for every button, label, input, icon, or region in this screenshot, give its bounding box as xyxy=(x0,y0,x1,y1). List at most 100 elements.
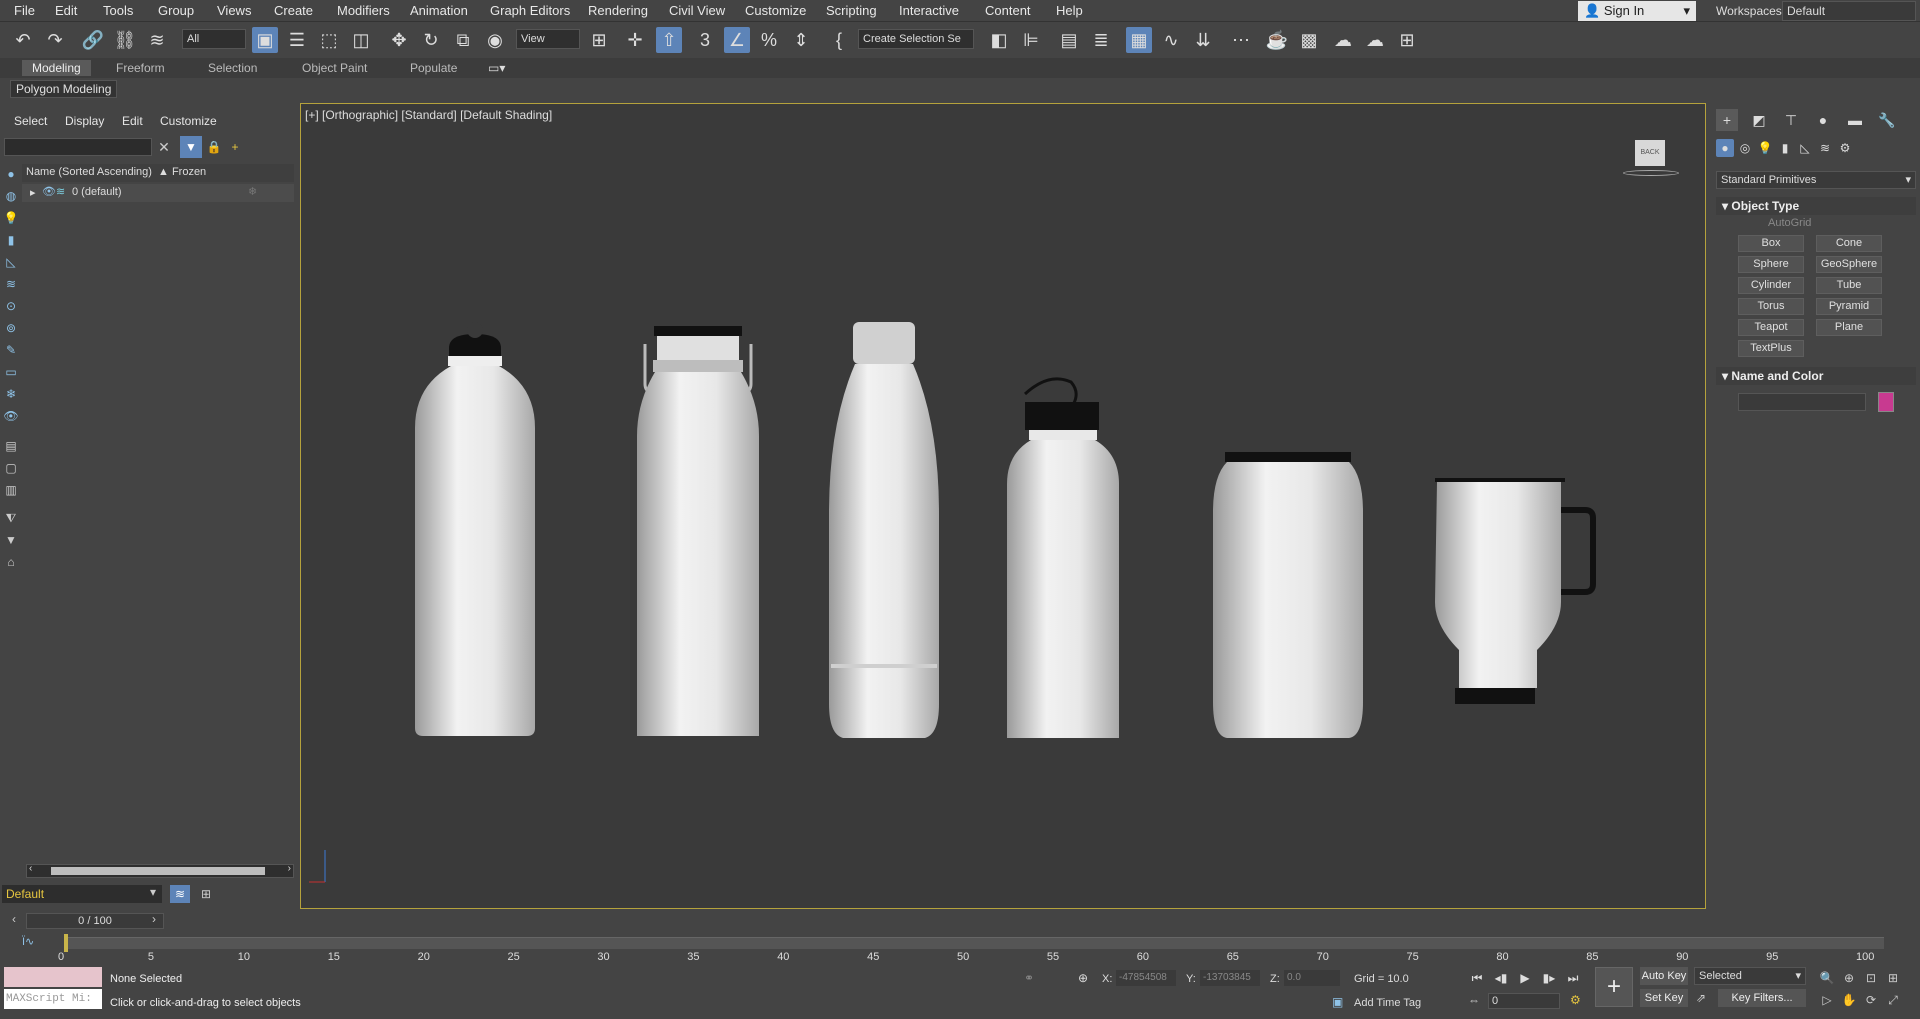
default-in-out-tangents-icon[interactable]: ⇗ xyxy=(1696,991,1706,1005)
display-spacewarps-icon[interactable]: ≋ xyxy=(3,276,19,292)
scene-menu-select[interactable]: Select xyxy=(14,114,47,128)
shapes-icon[interactable]: ◎ xyxy=(1736,139,1754,157)
scrollbar-thumb[interactable] xyxy=(51,867,265,875)
track-bar[interactable]: Ï∿ 0 5 10 15 20 25 30 35 40 45 50 55 60 65 70 75 80 85 90 9… xyxy=(0,931,1920,963)
motion-tab-icon[interactable]: ● xyxy=(1812,109,1834,131)
scroll-left-icon[interactable]: ‹ xyxy=(29,863,32,874)
current-layer-field[interactable]: Default xyxy=(2,885,162,903)
menu-file[interactable]: File xyxy=(14,3,35,18)
named-selection-dropdown[interactable]: Create Selection Se xyxy=(858,29,974,49)
time-slider[interactable]: 0 / 100 xyxy=(26,913,164,929)
eye-icon[interactable]: 👁 xyxy=(42,185,56,198)
pan-view-icon[interactable]: ✋ xyxy=(1840,991,1858,1009)
bottle-2[interactable] xyxy=(637,326,759,736)
select-object-icon[interactable]: ▣ xyxy=(252,27,278,53)
ribbon-toggle-icon[interactable]: ▦ xyxy=(1126,27,1152,53)
move-icon[interactable]: ✥ xyxy=(386,27,412,53)
space-warps-icon[interactable]: ≋ xyxy=(1816,139,1834,157)
snowflake-icon[interactable]: ❄ xyxy=(248,185,257,198)
y-coordinate-field[interactable]: -13703845 xyxy=(1200,970,1260,986)
mirror-icon[interactable]: ◧ xyxy=(986,27,1012,53)
zoom-extents-all-icon[interactable]: ⊞ xyxy=(1884,969,1902,987)
object-color-swatch[interactable] xyxy=(1878,392,1894,412)
box-button[interactable]: Box xyxy=(1738,235,1804,252)
bottle-1[interactable] xyxy=(415,322,535,736)
helpers-icon[interactable]: ◺ xyxy=(1796,139,1814,157)
set-keys-button[interactable]: + xyxy=(1595,967,1633,1007)
scene-menu-customize[interactable]: Customize xyxy=(160,114,217,128)
set-key-button[interactable]: Set Key xyxy=(1640,989,1688,1007)
object-name-input[interactable] xyxy=(1738,393,1866,411)
filter-options-icon[interactable]: ⧨ xyxy=(3,510,19,526)
sphere-button[interactable]: Sphere xyxy=(1738,256,1804,273)
maximize-viewport-icon[interactable]: ⤢ xyxy=(1884,991,1902,1009)
close-icon[interactable]: ✕ xyxy=(156,138,172,156)
tab-modeling[interactable]: Modeling xyxy=(22,60,91,76)
key-mode-icon[interactable]: ⇔ xyxy=(1468,993,1480,1007)
orbit-icon[interactable]: ⟳ xyxy=(1862,991,1880,1009)
add-time-tag[interactable]: Add Time Tag xyxy=(1354,997,1421,1009)
tab-selection[interactable]: Selection xyxy=(198,60,267,76)
tab-object-paint[interactable]: Object Paint xyxy=(292,60,377,76)
menu-modifiers[interactable]: Modifiers xyxy=(337,3,390,18)
filter-icon[interactable]: ▼ xyxy=(3,532,19,548)
render-cloud-icon[interactable]: ☁ xyxy=(1362,27,1388,53)
time-configuration-icon[interactable]: ⚙ xyxy=(1570,993,1581,1007)
bottle-5[interactable] xyxy=(1213,452,1363,738)
scene-search-input[interactable] xyxy=(4,138,152,156)
polygon-modeling-button[interactable]: Polygon Modeling xyxy=(10,80,118,98)
bottle-3[interactable] xyxy=(829,322,939,738)
autogrid-checkbox[interactable]: AutoGrid xyxy=(1768,217,1811,229)
menu-scripting[interactable]: Scripting xyxy=(826,3,877,18)
add-layer-icon[interactable]: + xyxy=(226,138,244,156)
invert-display-icon[interactable]: ▥ xyxy=(3,482,19,498)
absolute-mode-icon[interactable]: ⊕ xyxy=(1078,971,1088,985)
display-shapes-icon[interactable]: ◍ xyxy=(3,188,19,204)
rectangle-selection-icon[interactable]: ⬚ xyxy=(316,27,342,53)
tab-populate[interactable]: Populate xyxy=(400,60,467,76)
menu-civil-view[interactable]: Civil View xyxy=(669,3,725,18)
curve-editor-icon[interactable]: ∿ xyxy=(1158,27,1184,53)
expand-triangle-icon[interactable]: ▸ xyxy=(30,186,36,199)
geosphere-button[interactable]: GeoSphere xyxy=(1816,256,1882,273)
cylinder-button[interactable]: Cylinder xyxy=(1738,277,1804,294)
scale-icon[interactable]: ⧉ xyxy=(450,27,476,53)
isolate-selection-icon[interactable]: ⚭ xyxy=(1024,971,1034,985)
align-icon[interactable]: ⊫ xyxy=(1018,27,1044,53)
a360-gallery-icon[interactable]: ⊞ xyxy=(1394,27,1420,53)
scene-row-default-layer[interactable]: ▸ 👁 ≋ 0 (default) ❄ xyxy=(22,184,294,202)
snaps-toggle-icon[interactable]: 3 xyxy=(692,27,718,53)
select-by-name-icon[interactable]: ☰ xyxy=(284,27,310,53)
material-editor-icon[interactable]: ⋯ xyxy=(1228,27,1254,53)
menu-views[interactable]: Views xyxy=(217,3,251,18)
current-frame-field[interactable]: 0 xyxy=(1488,993,1560,1009)
edit-named-selection-icon[interactable]: { xyxy=(826,27,852,53)
layer-explorer-icon[interactable]: ≣ xyxy=(1088,27,1114,53)
lights-icon[interactable]: 💡 xyxy=(1756,139,1774,157)
scroll-right-icon[interactable]: › xyxy=(288,863,291,874)
maxscript-mini-listener[interactable]: MAXScript Mi: xyxy=(4,989,102,1009)
scene-menu-display[interactable]: Display xyxy=(65,114,104,128)
layer-explorer-icon[interactable]: ≋ xyxy=(170,885,190,903)
scene-menu-edit[interactable]: Edit xyxy=(122,114,143,128)
reference-coordinate-dropdown[interactable]: View xyxy=(516,29,580,49)
display-helpers-icon[interactable]: ◺ xyxy=(3,254,19,270)
render-production-icon[interactable]: ☁ xyxy=(1330,27,1356,53)
scene-explorer-icon[interactable]: ▤ xyxy=(1056,27,1082,53)
key-filters-button[interactable]: Key Filters... xyxy=(1718,989,1806,1007)
rendered-frame-window-icon[interactable]: ▩ xyxy=(1296,27,1322,53)
field-of-view-icon[interactable]: ▷ xyxy=(1818,991,1836,1009)
zoom-extents-icon[interactable]: ⊡ xyxy=(1862,969,1880,987)
display-containers-icon[interactable]: ▭ xyxy=(3,364,19,380)
menu-graph-editors[interactable]: Graph Editors xyxy=(490,3,570,18)
percent-snap-icon[interactable]: % xyxy=(756,27,782,53)
z-coordinate-field[interactable]: 0.0 xyxy=(1284,970,1340,986)
travel-mug[interactable] xyxy=(1435,478,1596,704)
keyboard-shortcut-override-icon[interactable]: ⇧ xyxy=(656,27,682,53)
rotate-icon[interactable]: ↻ xyxy=(418,27,444,53)
display-tab-icon[interactable]: ▬ xyxy=(1844,109,1866,131)
curve-editor-mini-icon[interactable]: Ï∿ xyxy=(22,935,34,948)
key-mode-dropdown[interactable]: Selected ▾ xyxy=(1694,967,1806,985)
tube-button[interactable]: Tube xyxy=(1816,277,1882,294)
primitive-category-dropdown[interactable]: Standard Primitives ▾ xyxy=(1716,171,1916,189)
